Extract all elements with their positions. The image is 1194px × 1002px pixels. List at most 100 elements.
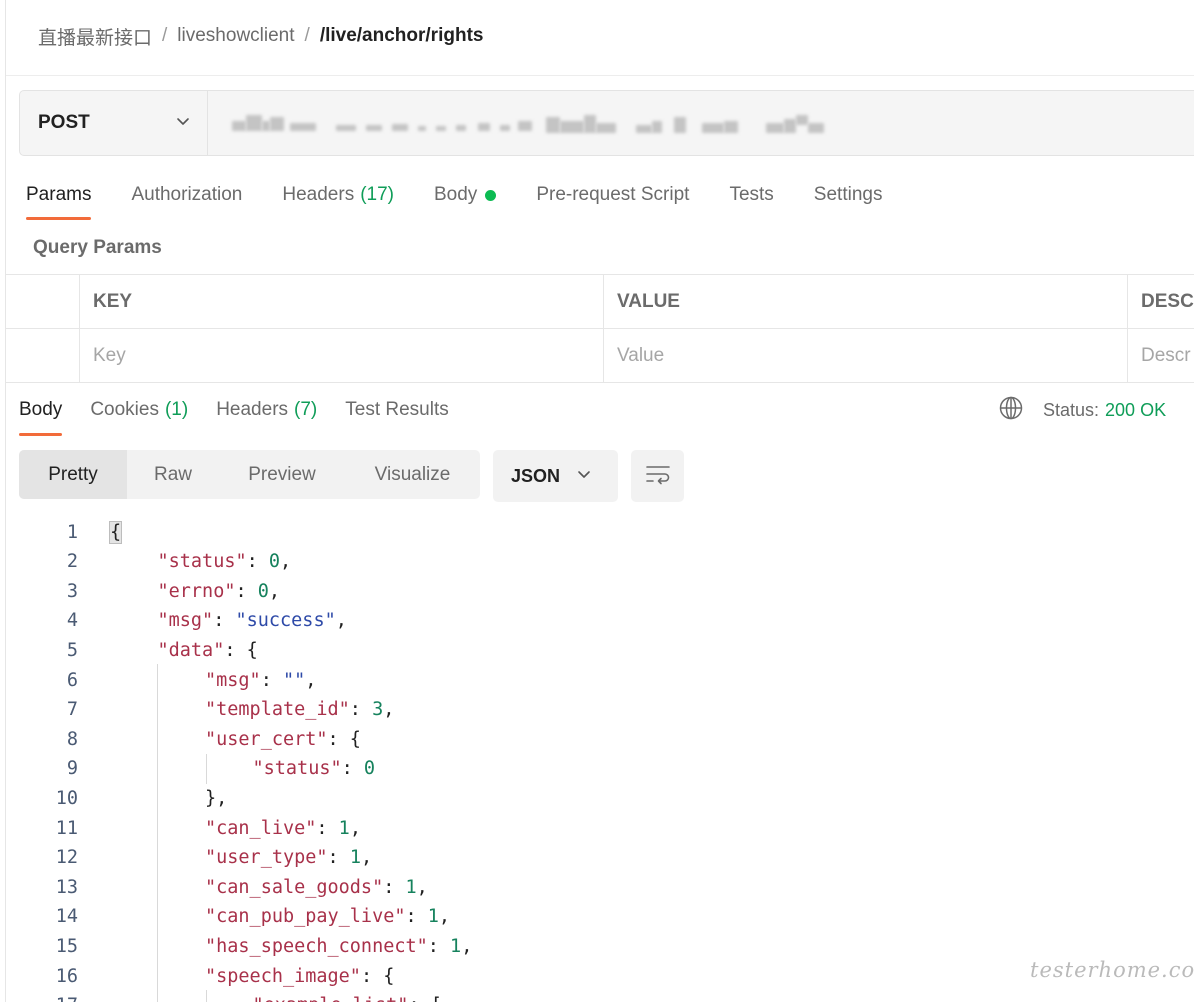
tab-authorization[interactable]: Authorization bbox=[131, 180, 242, 210]
code-token: : bbox=[349, 699, 373, 721]
code-text: "user_type": 1, bbox=[205, 847, 372, 868]
code-token: : bbox=[405, 906, 428, 928]
status-badge[interactable]: 200 OK bbox=[1105, 400, 1166, 421]
code-token: , bbox=[349, 817, 361, 839]
code-token: , bbox=[461, 935, 473, 957]
code-token: 1 bbox=[405, 876, 417, 898]
chevron-down-icon bbox=[576, 466, 592, 487]
chevron-down-icon bbox=[175, 113, 191, 134]
code-text: "template_id": 3, bbox=[205, 699, 394, 720]
url-input[interactable] bbox=[208, 91, 1194, 155]
code-token: , bbox=[335, 610, 347, 632]
code-text: "can_live": 1, bbox=[205, 818, 361, 839]
code-text: "errno": 0, bbox=[158, 581, 281, 602]
code-token: "speech_image" bbox=[205, 965, 361, 987]
tab-cookies-label: Cookies bbox=[90, 399, 159, 420]
code-token: , bbox=[268, 580, 281, 602]
tab-response-cookies[interactable]: Cookies (1) bbox=[90, 396, 188, 424]
code-token: "user_cert" bbox=[205, 728, 328, 750]
tab-headers[interactable]: Headers (17) bbox=[282, 180, 394, 210]
code-token: "status" bbox=[157, 551, 247, 573]
code-line: 1{ bbox=[0, 517, 1194, 547]
wrap-lines-button[interactable] bbox=[631, 450, 684, 502]
code-text: "msg": "success", bbox=[158, 610, 347, 631]
code-token: "errno" bbox=[157, 580, 236, 602]
line-number: 5 bbox=[66, 639, 78, 661]
breadcrumb: 直播最新接口 / liveshowclient / /live/anchor/r… bbox=[38, 22, 483, 50]
tab-response-headers[interactable]: Headers (7) bbox=[216, 396, 317, 424]
watermark: testerhome.com bbox=[1030, 958, 1194, 982]
code-token: : { bbox=[360, 965, 395, 987]
breadcrumb-collection[interactable]: 直播最新接口 bbox=[38, 23, 152, 50]
code-token: 1 bbox=[349, 847, 361, 869]
code-token: 0 bbox=[268, 551, 281, 573]
code-token: "can_live" bbox=[205, 817, 317, 839]
breadcrumb-separator: / bbox=[162, 25, 168, 46]
code-token: : bbox=[327, 847, 350, 869]
response-code-editor[interactable]: 1{2 "status": 0, 3 "errno": 0, 4 "msg": "succ… bbox=[0, 516, 1194, 1002]
response-view-tabs: Pretty Raw Preview Visualize bbox=[19, 450, 480, 499]
line-number: 14 bbox=[55, 906, 78, 928]
table-header-row: KEY VALUE DESC bbox=[6, 275, 1194, 329]
code-line: 16 "speech_image": { bbox=[0, 961, 1194, 991]
code-line: 3 "errno": 0, bbox=[0, 576, 1194, 606]
tab-tests[interactable]: Tests bbox=[729, 180, 773, 210]
code-text: "status": 0, bbox=[158, 551, 292, 572]
view-preview-button[interactable]: Preview bbox=[219, 450, 345, 499]
code-text: "msg": "", bbox=[205, 670, 316, 691]
code-token: , bbox=[438, 906, 451, 928]
code-text: { bbox=[108, 520, 123, 544]
param-description-input[interactable]: Descr bbox=[1127, 329, 1194, 383]
code-token: "template_id" bbox=[205, 699, 350, 721]
tab-test-results-label: Test Results bbox=[345, 399, 449, 420]
code-text: "speech_image": { bbox=[205, 966, 394, 987]
line-number: 9 bbox=[66, 758, 78, 780]
view-visualize-button[interactable]: Visualize bbox=[345, 450, 480, 499]
request-bar: POST bbox=[19, 90, 1194, 156]
code-token: , bbox=[280, 551, 292, 573]
code-token: : { bbox=[327, 728, 361, 750]
tab-body[interactable]: Body bbox=[434, 180, 497, 210]
tab-response-body[interactable]: Body bbox=[19, 396, 63, 436]
code-token: , bbox=[416, 876, 428, 898]
header-divider bbox=[6, 75, 1194, 76]
param-value-input[interactable]: Value bbox=[603, 329, 1127, 383]
table-row: Key Value Descr bbox=[6, 329, 1194, 383]
column-header-description: DESC bbox=[1127, 275, 1194, 329]
code-token: "can_pub_pay_live" bbox=[205, 906, 406, 928]
code-token: "msg" bbox=[205, 669, 261, 691]
line-number: 7 bbox=[66, 699, 78, 721]
tab-settings[interactable]: Settings bbox=[814, 180, 883, 210]
column-header-value: VALUE bbox=[603, 275, 1127, 329]
globe-icon[interactable] bbox=[998, 395, 1043, 426]
code-token: 1 bbox=[450, 935, 462, 957]
code-line: 12 "user_type": 1, bbox=[0, 843, 1194, 873]
tab-tests-label: Tests bbox=[729, 184, 774, 205]
code-token: 3 bbox=[372, 699, 384, 721]
breadcrumb-folder[interactable]: liveshowclient bbox=[177, 25, 294, 47]
code-token: : bbox=[235, 580, 258, 602]
view-pretty-button[interactable]: Pretty bbox=[19, 450, 127, 499]
body-indicator-dot bbox=[485, 189, 497, 201]
code-text: "user_cert": { bbox=[205, 729, 361, 750]
query-params-title: Query Params bbox=[33, 237, 162, 258]
wrap-lines-icon bbox=[644, 462, 672, 491]
tab-params[interactable]: Params bbox=[26, 180, 92, 220]
tab-body-label: Body bbox=[434, 184, 478, 205]
view-raw-button[interactable]: Raw bbox=[127, 450, 219, 499]
code-line: 9 "status": 0 bbox=[0, 754, 1194, 784]
code-token: "can_sale_goods" bbox=[205, 876, 384, 898]
tab-params-label: Params bbox=[26, 184, 92, 205]
method-select[interactable]: POST bbox=[20, 91, 208, 155]
breadcrumb-current-request[interactable]: /live/anchor/rights bbox=[320, 25, 484, 47]
line-number: 1 bbox=[66, 521, 78, 543]
format-select[interactable]: JSON bbox=[493, 450, 618, 502]
code-token: "msg" bbox=[157, 610, 214, 632]
line-number: 15 bbox=[55, 935, 78, 957]
code-token: "status" bbox=[252, 758, 342, 780]
param-key-input[interactable]: Key bbox=[79, 329, 603, 383]
tab-settings-label: Settings bbox=[813, 184, 883, 205]
tab-test-results[interactable]: Test Results bbox=[345, 396, 448, 424]
tab-pre-request-script[interactable]: Pre-request Script bbox=[536, 180, 689, 210]
code-line: 15 "has_speech_connect": 1, bbox=[0, 931, 1194, 961]
